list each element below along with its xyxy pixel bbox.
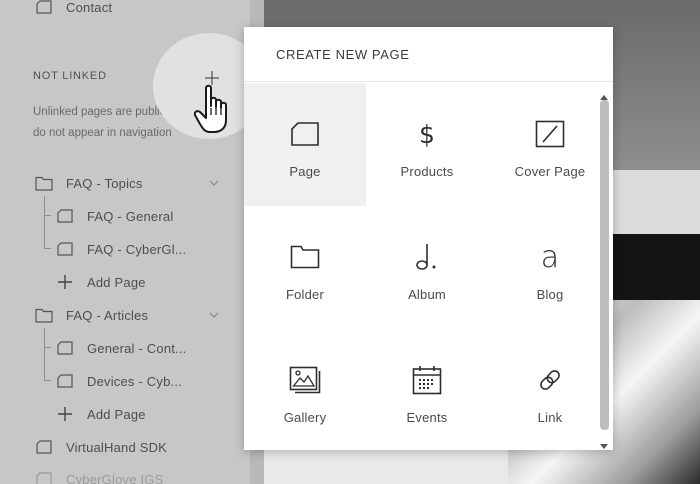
- create-page-dialog: CREATE NEW PAGE Page $ Products Cover Pa…: [244, 27, 613, 450]
- page-icon: [57, 208, 73, 224]
- dialog-title: CREATE NEW PAGE: [244, 27, 613, 82]
- page-type-blog[interactable]: a Blog: [489, 206, 611, 329]
- add-page-label: Add Page: [87, 406, 146, 422]
- sidebar-item-label: FAQ - Topics: [66, 175, 143, 191]
- page-icon: [57, 373, 73, 389]
- tree-line: [44, 248, 51, 249]
- add-page-button[interactable]: Add Page: [57, 269, 146, 295]
- sidebar-item-general-contact[interactable]: General - Cont...: [57, 335, 187, 361]
- scrollbar-thumb[interactable]: [600, 100, 609, 430]
- page-type-gallery[interactable]: Gallery: [244, 329, 366, 452]
- hand-cursor-icon: [193, 82, 242, 138]
- plus-icon: [57, 274, 73, 290]
- scroll-down-arrow-icon[interactable]: [600, 437, 608, 449]
- folder-icon: [35, 307, 53, 323]
- sidebar-item-faq-cyberglove[interactable]: FAQ - CyberGl...: [57, 236, 186, 262]
- add-page-button[interactable]: Add Page: [57, 401, 146, 427]
- tree-line: [44, 380, 51, 381]
- sidebar-item-label: Devices - Cyb...: [87, 373, 182, 389]
- sidebar-item-label: CyberGlove IGS: [66, 471, 164, 484]
- page-icon: [57, 241, 73, 257]
- page-type-grid: Page $ Products Cover Page Folder Album: [244, 83, 613, 450]
- tree-line: [44, 215, 51, 216]
- plus-icon: [57, 406, 73, 422]
- sidebar-folder-faq-topics[interactable]: FAQ - Topics: [35, 170, 143, 196]
- sidebar-item-label: FAQ - General: [87, 208, 174, 224]
- dialog-scrollbar[interactable]: [598, 87, 610, 449]
- chevron-down-icon[interactable]: [207, 176, 221, 190]
- page-type-products[interactable]: $ Products: [366, 83, 488, 206]
- sidebar-item-virtualhand-sdk[interactable]: VirtualHand SDK: [35, 434, 167, 460]
- sidebar-item-label: Contact: [66, 0, 113, 15]
- sidebar-item-cyberglove-igs[interactable]: CyberGlove IGS: [35, 466, 163, 484]
- sidebar-item-label: VirtualHand SDK: [66, 439, 168, 455]
- cover-page-icon: [533, 117, 567, 151]
- sidebar-item-contact[interactable]: Contact: [35, 0, 112, 20]
- page-type-page[interactable]: Page: [244, 83, 366, 206]
- page-icon: [35, 471, 53, 484]
- page-icon: [35, 439, 53, 455]
- page-type-link[interactable]: Link: [489, 329, 611, 452]
- chevron-down-icon[interactable]: [207, 308, 221, 322]
- page-icon: [57, 340, 73, 356]
- page-type-album[interactable]: Album: [366, 206, 488, 329]
- gallery-icon: [288, 363, 322, 397]
- tree-line: [44, 196, 45, 248]
- folder-icon: [35, 175, 53, 191]
- folder-icon: [288, 240, 322, 274]
- page-icon: [35, 0, 53, 15]
- calendar-icon: [410, 363, 444, 397]
- sidebar-folder-faq-articles[interactable]: FAQ - Articles: [35, 302, 148, 328]
- blog-icon: a: [540, 239, 560, 275]
- tree-line: [44, 347, 51, 348]
- add-page-label: Add Page: [87, 274, 146, 290]
- dollar-icon: $: [419, 119, 435, 149]
- sidebar-item-label: FAQ - Articles: [66, 307, 149, 323]
- sidebar-item-devices[interactable]: Devices - Cyb...: [57, 368, 182, 394]
- page-type-cover-page[interactable]: Cover Page: [489, 83, 611, 206]
- section-title: NOT LINKED: [33, 70, 107, 82]
- page-type-events[interactable]: Events: [366, 329, 488, 452]
- sidebar-item-faq-general[interactable]: FAQ - General: [57, 203, 173, 229]
- music-note-icon: [410, 240, 444, 274]
- page-type-folder[interactable]: Folder: [244, 206, 366, 329]
- sidebar-item-label: General - Cont...: [87, 340, 187, 356]
- sidebar-item-label: FAQ - CyberGl...: [87, 241, 187, 257]
- scroll-up-arrow-icon[interactable]: [600, 87, 608, 100]
- link-icon: [533, 363, 567, 397]
- tree-line: [44, 328, 45, 380]
- page-icon: [288, 117, 322, 151]
